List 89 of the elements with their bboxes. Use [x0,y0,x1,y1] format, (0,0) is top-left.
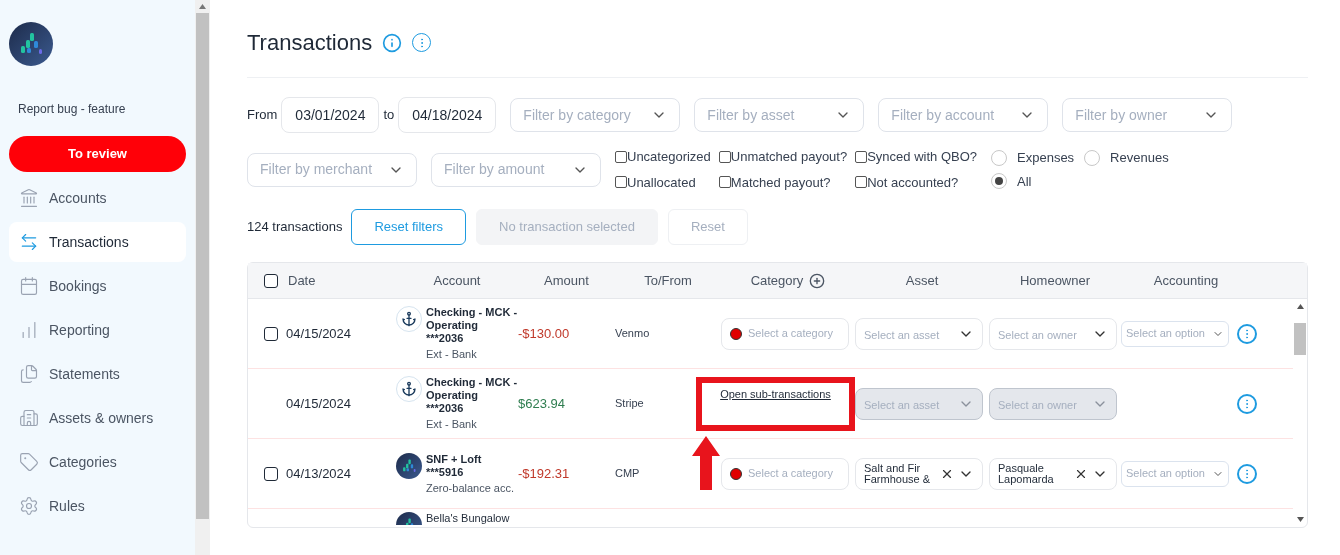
column-header: Category [750,271,804,290]
filter-checkbox[interactable]: Unmatched payout? [718,147,848,167]
date-cell-text: 04/15/2024 [286,324,352,343]
tag-icon [19,452,39,472]
account-number: ***2036 [426,402,465,415]
arrows-icon [19,232,39,252]
account-type: Ext - Bank [426,348,478,361]
anchor-logo-icon [396,376,422,402]
filter-checkbox[interactable]: Uncategorized [615,147,711,167]
nav-item[interactable]: Statements [9,354,186,394]
page-scrollbar[interactable] [195,0,210,555]
checkbox[interactable] [615,150,627,163]
more-icon[interactable] [1237,323,1257,344]
transaction-count: 124 transactions [247,218,343,237]
filter-checkbox[interactable]: Not accounted? [855,172,977,192]
anchor-logo-icon [396,306,422,332]
to-review-button[interactable]: To review [9,136,186,172]
select-all-checkbox[interactable] [264,273,278,288]
page-title: Transactions [247,29,373,57]
checkbox[interactable] [718,150,731,163]
date-cell-text: 04/15/2024 [286,394,352,413]
scroll-down-icon[interactable] [1296,517,1304,522]
account-name: Bella's Bungalow [426,510,510,526]
from-label: From [247,106,278,125]
from-date-field[interactable]: 03/01/2024 [281,97,380,133]
nav-item[interactable]: Accounts [9,178,186,218]
account-name: Checking - MCK - Operating [426,306,518,332]
sub-transactions-link[interactable]: Open sub-transactions [720,385,831,402]
row-checkbox[interactable] [264,466,278,481]
amount-cell-text: -$192.31 [518,464,571,483]
nav-item[interactable]: Reporting [9,310,186,350]
owner-select[interactable]: Pasquale Lapomarda [989,457,1117,490]
to-date-field[interactable]: 04/18/2024 [398,97,497,133]
filter-checkbox[interactable]: Matched payout? [718,172,848,192]
asset-select[interactable]: Salt and Fir Farmhouse & [855,457,983,490]
documents-icon [19,364,39,384]
app-logo [396,452,422,479]
column-header: Asset [905,271,939,290]
payee-cell-text: Stripe [615,396,645,412]
column-header: Accounting [1153,271,1219,290]
filter-checkbox[interactable]: Synced with QBO? [855,147,977,167]
column-header: To/From [644,271,692,290]
account-type: Ext - Bank [426,418,478,431]
date-cell-text: 04/13/2024 [286,464,352,483]
bank-icon [19,188,39,208]
owner-value: Pasquale Lapomarda [998,462,1055,485]
annotation-arrow [692,436,720,490]
nav-item[interactable]: Assets & owners [9,398,186,438]
calendar-icon [19,276,39,296]
app-logo [9,22,53,66]
type-radio[interactable]: Expenses [991,148,1075,168]
scroll-up-icon[interactable] [1296,304,1304,309]
row-checkbox[interactable] [264,326,278,341]
account-name: SNF + Loft [426,452,483,466]
asset-value: Salt and Fir Farmhouse & [864,462,932,485]
to-label: to [383,106,395,125]
account-name: Checking - MCK - Operating [426,376,518,402]
building-icon [19,408,39,428]
type-radio[interactable]: All [991,171,1075,191]
settings-icon [19,496,39,516]
checkbox[interactable] [718,176,731,189]
more-icon[interactable] [1237,393,1257,414]
checkbox[interactable] [615,176,627,189]
column-header: Date [288,271,316,290]
amount-cell-text: $623.94 [518,394,566,413]
filter-checkbox[interactable]: Unallocated [615,172,711,192]
more-icon[interactable] [1237,463,1257,484]
checkbox[interactable] [855,150,868,163]
scroll-up-icon[interactable] [199,4,206,9]
add-icon[interactable] [809,272,826,289]
account-type: Zero-balance acc. [426,481,516,495]
payee-cell-text: CMP [615,466,641,482]
checkbox[interactable] [855,176,868,189]
payee-cell-text: Venmo [615,326,651,342]
column-header: Amount [544,271,589,290]
nav-item[interactable]: Rules [9,486,186,526]
scrollbar-thumb[interactable] [196,13,209,519]
column-header: Homeowner [1019,271,1091,290]
scrollbar-thumb[interactable] [1294,323,1306,355]
account-number: ***2036 [426,332,465,345]
report-bug-link[interactable]: Report bug - feature [18,100,186,118]
nav-item[interactable]: Categories [9,442,186,482]
type-radio[interactable]: Revenues [1084,148,1169,168]
nav-item[interactable]: Bookings [9,266,186,306]
info-icon[interactable] [382,32,403,53]
account-number: ***5916 [426,465,465,479]
amount-cell-text: -$130.00 [518,324,571,343]
column-header: Account [433,271,481,290]
nav-item[interactable]: Transactions [9,222,186,262]
